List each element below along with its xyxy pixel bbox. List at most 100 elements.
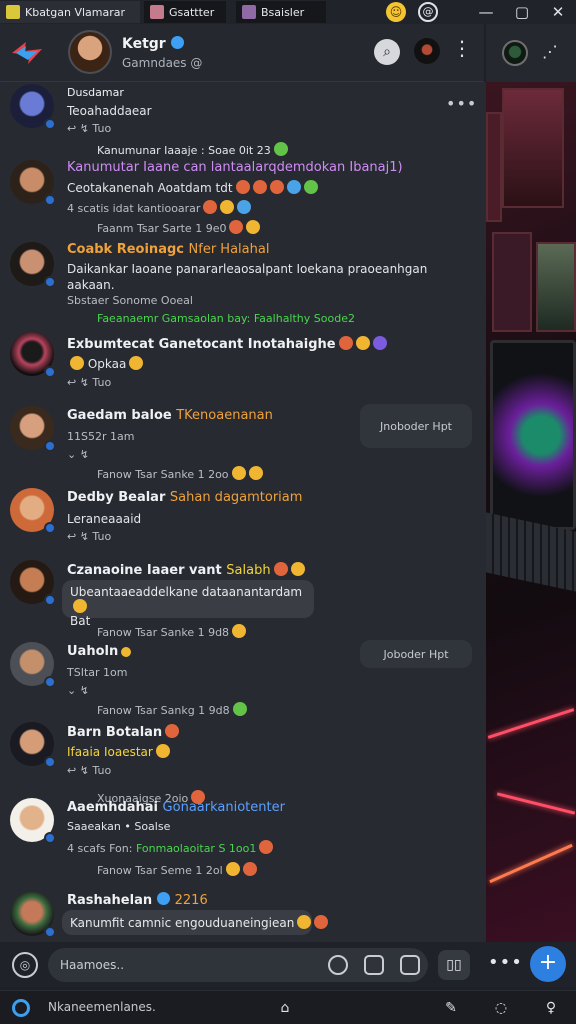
message-actions-text: 4 scafs Fon: [67,842,133,855]
emoji-icon [203,200,218,214]
emoji-icon [232,702,247,716]
avatar[interactable] [10,242,56,288]
sender-subtitle: Nfer Halahal [188,242,270,257]
profile-avatar[interactable] [502,40,528,66]
emoji-picker-icon[interactable] [328,955,348,975]
sender-name[interactable]: Rashahelan 2216 [67,892,208,908]
reaction-row[interactable]: Faanm Tsar Sarte 1 9e0 [97,220,261,235]
message-meta: Sbstaer Sonome Ooeal [67,294,193,307]
avatar[interactable] [10,798,56,844]
edit-icon[interactable]: ✎ [442,999,460,1017]
app-logo-icon[interactable] [10,40,44,66]
reaction-row[interactable]: Fanow Tsar Sanke 1 2oo [97,466,263,481]
window-title-bar: Kbatgan Vlamarar Gsattter Bsaisler ☺ @ —… [0,0,576,24]
avatar[interactable] [10,892,56,938]
message-actions[interactable]: ↩ ↯ Tuo [67,122,111,135]
reaction-row[interactable]: Fanow Tsar Sankg 1 9d8 [97,702,247,717]
minimize-button[interactable]: — [468,3,504,21]
message-feed[interactable]: Dusdamar Teoahaddaear ↩ ↯ Tuo ••• Kanumu… [0,82,486,942]
sender-name[interactable]: Czanaoine Iaaer vant Salabh [67,562,305,578]
at-icon[interactable]: @ [418,2,438,22]
message-actions[interactable]: ⌄ ↯ [67,448,89,461]
sender-name[interactable]: Gaedam baloe TKenoaenanan [67,408,273,423]
reaction-row-text: Fanow Tsar Sanke 1 2oo [97,468,229,481]
avatar[interactable] [10,560,56,606]
avatar[interactable] [10,488,56,534]
verified-icon [170,36,184,49]
sender-name[interactable]: Aaemhdahai Gonaarkaniotenter [67,800,285,815]
window-tab-2[interactable]: Gsattter [144,1,226,23]
tab-thumbnail-icon [150,5,164,19]
message-time: TSItar 1om [67,666,128,679]
message-more-icon[interactable]: ••• [446,94,477,113]
window-tab-1[interactable]: Kbatgan Vlamarar [0,1,140,23]
message-actions[interactable]: 4 scafs Fon: Fonmaolaoitar S 1oo1 [67,840,274,855]
reaction-row[interactable]: Fanow Tsar Seme 1 2ol [97,862,257,877]
online-badge-icon [44,832,56,844]
poster-image [486,112,502,222]
sender-name[interactable]: Uaholn [67,644,132,659]
search-icon[interactable]: ⌕ [374,39,400,65]
sticker-icon[interactable] [400,955,420,975]
avatar[interactable] [10,160,56,206]
message-bubble-text: Ubeantaaeaddelkane dataanantardam [70,585,303,599]
online-badge-icon [44,676,56,688]
online-badge-icon [44,276,56,288]
add-button[interactable]: + [530,946,566,982]
emoji-icon[interactable]: ☺ [386,2,406,22]
avatar[interactable] [10,722,56,768]
maximize-button[interactable]: ▢ [504,3,540,21]
reaction-row[interactable]: Fanow Tsar Sanke 1 9d8 [97,624,247,639]
reaction-summary: Kanumunar Iaaaje : Soae 0it 23 [97,142,288,157]
message-actions[interactable]: 4 scatis idat kantiooarar [67,200,252,215]
attach-icon[interactable]: ◎ [12,952,38,978]
sender-name-text: Gaedam baloe [67,408,172,423]
side-panel-header: ⋰ [486,24,576,82]
sender-name[interactable]: Barn Botalan [67,724,180,740]
message-actions[interactable]: ↩ ↯ Tuo [67,376,111,389]
bottom-status-bar: Nkaneemenlanes. ⌂ ✎ ◌ ♀ [0,990,576,1024]
call-avatar-icon[interactable] [414,38,440,64]
message-bubble-text: Kanumfit camnic engouduaneingiean [70,916,295,930]
reply-chip[interactable]: Jnoboder Hpt [360,404,472,448]
online-badge-icon [44,194,56,206]
gif-icon[interactable] [364,955,384,975]
chat-icon[interactable]: ◌ [492,999,510,1017]
sender-name[interactable]: Dedby Bealar Sahan dagamtoriam [67,490,302,505]
avatar[interactable] [10,332,56,378]
reaction-summary-text: Kanumunar Iaaaje : Soae 0it 23 [97,144,271,157]
more-options-icon[interactable]: ⋮ [452,36,472,60]
game-activity[interactable]: Faeanaemr Gamsaolan bay: Faalhalthy Sood… [97,312,355,325]
window-tab-3[interactable]: Bsaisler [236,1,326,23]
message-bubble[interactable]: Ubeantaaeaddelkane dataanantardam Bat [62,580,314,628]
close-button[interactable]: ✕ [540,3,576,21]
profile-icon[interactable]: ♀ [542,999,560,1017]
message-text: Daikankar Iaoane panararleaosalpant Ioek… [67,262,428,276]
book-icon[interactable]: ▯▯ [438,950,470,980]
app-logo-icon[interactable] [12,999,30,1017]
emoji-icon [220,200,235,214]
message-actions[interactable]: ↩ ↯ Tuo [67,764,111,777]
verified-icon [157,892,171,905]
message-actions[interactable]: ⌄ ↯ [67,684,89,697]
emoji-icon [70,356,84,370]
contact-avatar[interactable] [68,30,112,74]
avatar[interactable] [10,84,56,130]
sender-name[interactable]: Exbumtecat Ganetocant Inotahaighe [67,336,387,352]
message-actions[interactable]: ↩ ↯ Tuo [67,530,111,543]
message-bubble[interactable]: Kanumfit camnic engouduaneingiean [62,910,329,935]
avatar[interactable] [10,406,56,452]
avatar[interactable] [10,642,56,688]
more-options-icon[interactable]: ••• [488,952,523,973]
sender-name[interactable]: Dusdamar [67,86,124,99]
reaction-row-text: Fanow Tsar Seme 1 2ol [97,864,223,877]
emoji-icon [129,356,144,370]
contact-name[interactable]: Ketgr [122,36,184,52]
home-icon[interactable]: ⌂ [276,999,294,1017]
share-icon[interactable]: ⋰ [542,42,558,61]
sender-name[interactable]: Coabk Reoinagc Nfer Halahal [67,242,269,257]
emoji-icon [73,599,87,613]
message-text: Opkaa [67,356,144,371]
sender-name[interactable]: Kanumutar Iaane can lantaalarqdemdokan I… [67,160,403,175]
reply-chip[interactable]: Joboder Hpt [360,640,472,668]
